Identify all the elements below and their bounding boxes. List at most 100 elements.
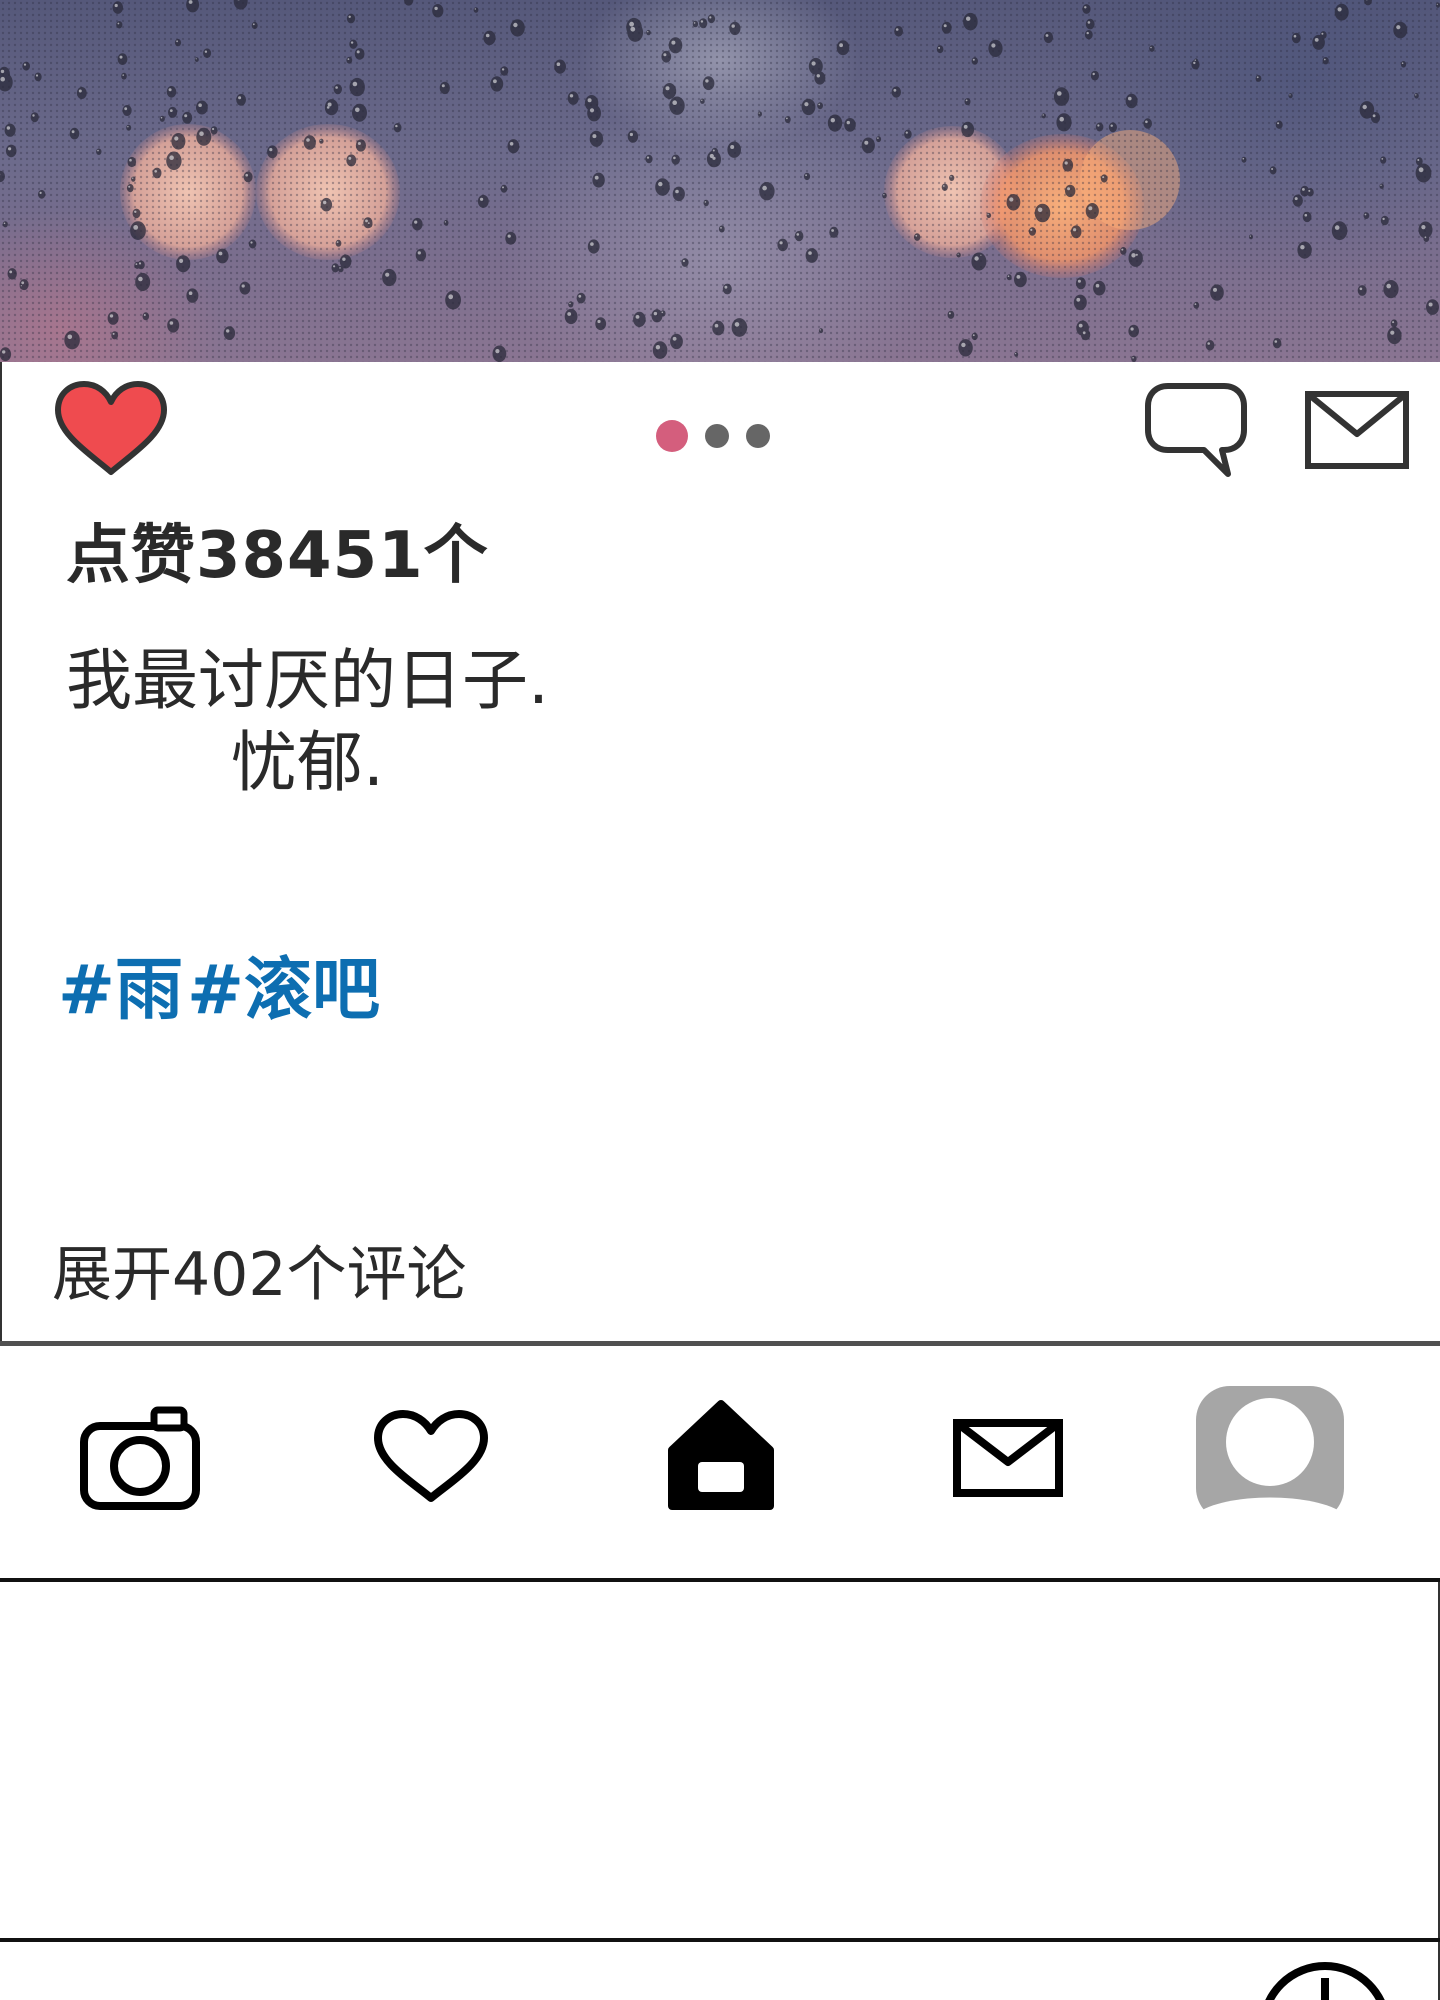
- rain-drop: [803, 172, 811, 181]
- rain-drop: [829, 226, 839, 238]
- rain-drop: [633, 311, 646, 327]
- rain-drop: [964, 98, 971, 106]
- rain-drop-highlight: [1007, 275, 1010, 278]
- post-photo[interactable]: [0, 0, 1440, 362]
- rain-drop: [176, 255, 191, 273]
- rain-drop: [801, 98, 816, 116]
- rain-drop: [1357, 285, 1367, 296]
- rain-drop: [844, 118, 856, 132]
- rain-drop: [1100, 174, 1108, 183]
- rain-drop: [0, 347, 12, 362]
- rain-drop: [671, 154, 680, 165]
- rain-drop-highlight: [133, 225, 139, 230]
- rain-drop-highlight: [434, 6, 438, 11]
- rain-drop-highlight: [474, 8, 476, 10]
- rain-drop-highlight: [1321, 32, 1324, 35]
- rain-drop-highlight: [663, 53, 667, 57]
- rain-drop: [1095, 122, 1104, 132]
- rain-drop-highlight: [143, 314, 146, 316]
- camera-icon[interactable]: [80, 1406, 200, 1510]
- rain-drop: [333, 84, 342, 95]
- rain-drop-highlight: [592, 134, 597, 139]
- rain-drop: [662, 83, 677, 99]
- rain-drop: [166, 151, 182, 171]
- rain-drop-highlight: [818, 103, 821, 106]
- rain-drop-highlight: [972, 58, 975, 61]
- hashtag-rain[interactable]: #雨: [58, 951, 183, 1030]
- rain-drop-highlight: [1424, 236, 1427, 239]
- rain-drop: [1131, 355, 1137, 362]
- rain-drop-highlight: [154, 170, 157, 173]
- rain-drop-highlight: [480, 197, 484, 201]
- rain-drop: [1065, 184, 1076, 198]
- rain-drop: [961, 121, 975, 138]
- profile-avatar-icon[interactable]: [1194, 1384, 1346, 1524]
- rain-drop-highlight: [226, 329, 230, 333]
- rain-drop: [836, 40, 850, 56]
- rain-drop-highlight: [597, 319, 601, 324]
- rain-drop: [1043, 31, 1054, 44]
- rain-drop-highlight: [342, 257, 346, 261]
- rain-drop: [554, 59, 566, 74]
- rain-drop-highlight: [675, 189, 679, 194]
- rain-drop: [941, 183, 948, 191]
- rain-drop-highlight: [864, 140, 869, 145]
- view-all-comments-link[interactable]: 展开402个评论: [52, 1226, 467, 1313]
- rain-drop: [415, 248, 427, 262]
- rain-drop-highlight: [796, 233, 800, 236]
- rain-drop-highlight: [1418, 167, 1424, 173]
- rain-drop-highlight: [1207, 342, 1210, 345]
- rain-drop: [355, 139, 366, 152]
- envelope-icon[interactable]: [1304, 390, 1410, 470]
- rain-drop-highlight: [326, 106, 330, 109]
- rain-drop-highlight: [1396, 25, 1401, 30]
- rain-drop-highlight: [485, 33, 490, 38]
- rain-drop: [718, 225, 725, 233]
- rain-drop-highlight: [578, 294, 582, 298]
- rain-drop: [1380, 156, 1387, 164]
- rain-drop: [366, 220, 373, 228]
- rain-drop-highlight: [950, 176, 952, 178]
- rain-drop: [699, 18, 708, 29]
- rain-drop: [1423, 235, 1430, 242]
- speech-bubble-icon[interactable]: [1142, 380, 1250, 480]
- rain-drop-highlight: [3, 222, 6, 225]
- rain-drop-highlight: [306, 138, 310, 142]
- rain-drop: [22, 61, 31, 71]
- rain-drop-highlight: [714, 323, 719, 328]
- envelope-icon[interactable]: [952, 1418, 1064, 1498]
- heart-outline-icon[interactable]: [372, 1410, 490, 1506]
- rain-drop: [251, 21, 258, 30]
- info-icon[interactable]: [1256, 1956, 1394, 2000]
- rain-drop-highlight: [709, 16, 712, 19]
- rain-drop: [171, 133, 186, 150]
- rain-bokeh-illustration: [0, 0, 1440, 362]
- rain-drop-highlight: [1242, 157, 1245, 160]
- rain-drop-highlight: [1132, 357, 1134, 359]
- rain-drop: [1359, 101, 1375, 119]
- rain-drop-highlight: [132, 177, 134, 179]
- rain-drop-highlight: [1300, 245, 1305, 250]
- rain-drop-highlight: [1401, 62, 1404, 64]
- rain-drop-highlight: [672, 336, 677, 341]
- rain-drop-highlight: [238, 96, 242, 100]
- hashtag-go-away[interactable]: #滚吧: [187, 951, 380, 1030]
- rain-drop: [1241, 156, 1247, 163]
- rain-drop-highlight: [0, 69, 5, 74]
- rain-drop-highlight: [8, 147, 12, 151]
- rain-drop: [174, 38, 182, 47]
- rain-drop: [507, 139, 520, 154]
- rain-drop-highlight: [846, 120, 850, 125]
- rain-drop: [1302, 211, 1312, 223]
- rain-drop: [64, 330, 80, 350]
- like-heart-icon[interactable]: [50, 380, 172, 480]
- rain-drop-highlight: [1121, 248, 1124, 251]
- home-icon[interactable]: [664, 1398, 778, 1514]
- rain-drop-highlight: [199, 131, 204, 136]
- rain-drop: [894, 26, 903, 37]
- rain-drop-highlight: [1386, 283, 1391, 289]
- caption-line: 我最讨厌的日子.: [66, 642, 549, 719]
- rain-drop: [1205, 340, 1215, 351]
- rain-drop: [349, 77, 365, 97]
- rain-drop-highlight: [444, 221, 447, 223]
